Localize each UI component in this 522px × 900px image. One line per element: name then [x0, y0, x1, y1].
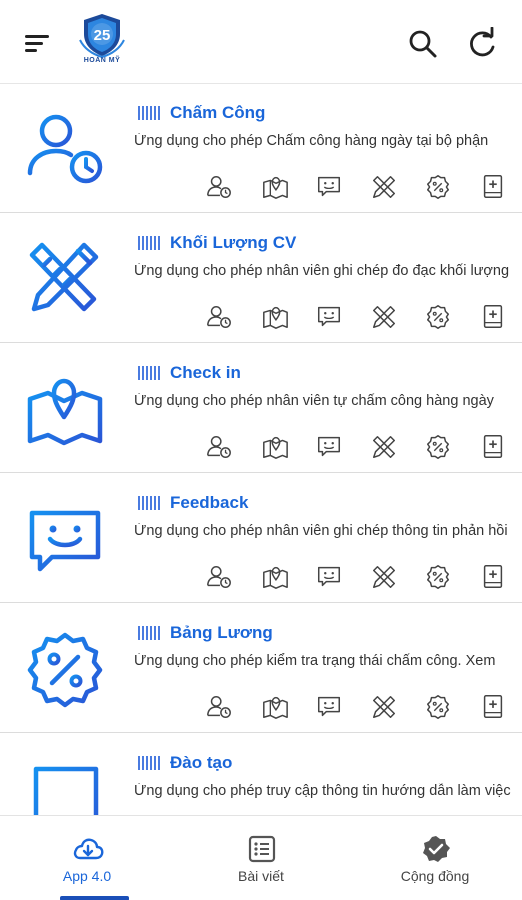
verified-badge-icon	[423, 836, 450, 862]
barcode-icon	[138, 756, 160, 770]
percent-badge-small-icon[interactable]	[423, 563, 453, 591]
tab-cong-dong[interactable]: Cộng đồng	[348, 816, 522, 900]
book-plus-small-icon[interactable]	[478, 693, 508, 721]
app-description: Ứng dụng cho phép nhân viên ghi chép đo …	[134, 263, 510, 279]
tab-label: Bài viết	[238, 868, 284, 884]
tab-app-4-0[interactable]: App 4.0	[0, 816, 174, 900]
app-description: Ứng dụng cho phép nhân viên ghi chép thô…	[134, 523, 508, 539]
refresh-icon[interactable]	[464, 27, 500, 61]
app-title: Check in	[170, 363, 241, 382]
barcode-icon	[138, 626, 160, 640]
hoan-my-logo: 25 HOÀN MỸ	[74, 12, 130, 72]
menu-icon[interactable]	[22, 28, 52, 58]
top-app-bar: 25 HOÀN MỸ	[0, 0, 522, 84]
book-plus-small-icon[interactable]	[478, 303, 508, 331]
app-actions	[204, 303, 504, 331]
book-plus-small-icon[interactable]	[478, 433, 508, 461]
app-title: Feedback	[170, 493, 249, 512]
user-clock-small-icon[interactable]	[204, 693, 234, 721]
ruler-pencil-small-icon[interactable]	[369, 563, 399, 591]
app-card[interactable]: Feedback Ứng dụng cho phép nhân viên ghi…	[0, 475, 522, 603]
ruler-pencil-small-icon[interactable]	[369, 693, 399, 721]
book-plus-small-icon[interactable]	[478, 563, 508, 591]
percent-badge-icon	[27, 632, 103, 708]
ruler-pencil-small-icon[interactable]	[369, 173, 399, 201]
app-title: Đào tạo	[170, 753, 233, 772]
app-actions	[204, 173, 504, 201]
percent-badge-small-icon[interactable]	[423, 433, 453, 461]
map-small-icon[interactable]	[260, 563, 290, 591]
app-card[interactable]: Check in Ứng dụng cho phép nhân viên tự …	[0, 345, 522, 473]
map-pin-icon	[27, 378, 103, 446]
chat-smile-small-icon[interactable]	[314, 433, 344, 461]
user-clock-small-icon[interactable]	[204, 433, 234, 461]
logo-text: HOÀN MỸ	[83, 57, 121, 64]
app-actions	[204, 693, 504, 721]
map-small-icon[interactable]	[260, 433, 290, 461]
book-plus-small-icon[interactable]	[478, 173, 508, 201]
app-card[interactable]: Đào tạo Ứng dụng cho phép truy cập thông…	[0, 735, 522, 815]
chat-smile-icon	[29, 510, 101, 572]
app-card[interactable]: Bảng Lương Ứng dụng cho phép kiểm tra tr…	[0, 605, 522, 733]
app-description: Ứng dụng cho phép nhân viên tự chấm công…	[134, 393, 494, 409]
chat-smile-small-icon[interactable]	[314, 173, 344, 201]
app-actions	[204, 563, 504, 591]
app-actions	[204, 433, 504, 461]
tab-bai-viet[interactable]: Bài viết	[174, 816, 348, 900]
bottom-navigation: App 4.0 Bài viết Cộng đồng	[0, 815, 522, 900]
app-title: Khối Lượng CV	[170, 233, 297, 252]
user-clock-small-icon[interactable]	[204, 173, 234, 201]
ruler-pencil-icon	[29, 242, 99, 312]
app-description: Ứng dụng cho phép Chấm công hàng ngày tạ…	[134, 133, 489, 149]
cloud-download-icon	[73, 838, 104, 860]
list-icon	[248, 835, 276, 863]
barcode-icon	[138, 496, 160, 510]
app-description: Ứng dụng cho phép truy cập thông tin hướ…	[134, 783, 511, 799]
ruler-pencil-small-icon[interactable]	[369, 303, 399, 331]
percent-badge-small-icon[interactable]	[423, 303, 453, 331]
map-small-icon[interactable]	[260, 693, 290, 721]
user-clock-small-icon[interactable]	[204, 303, 234, 331]
app-description: Ứng dụng cho phép kiểm tra trạng thái ch…	[134, 653, 496, 669]
app-card[interactable]: Khối Lượng CV Ứng dụng cho phép nhân viê…	[0, 215, 522, 343]
percent-badge-small-icon[interactable]	[423, 173, 453, 201]
chat-smile-small-icon[interactable]	[314, 303, 344, 331]
logo-number: 25	[94, 27, 111, 44]
chat-smile-small-icon[interactable]	[314, 693, 344, 721]
tab-label: Cộng đồng	[400, 868, 470, 884]
search-icon[interactable]	[406, 27, 440, 61]
map-small-icon[interactable]	[260, 303, 290, 331]
app-title: Chấm Công	[170, 103, 266, 122]
app-card[interactable]: Chấm Công Ứng dụng cho phép Chấm công hà…	[0, 85, 522, 213]
user-clock-small-icon[interactable]	[204, 563, 234, 591]
book-plus-icon	[33, 766, 99, 815]
active-tab-indicator	[60, 896, 129, 900]
tab-label: App 4.0	[62, 868, 112, 884]
app-list: Chấm Công Ứng dụng cho phép Chấm công hà…	[0, 85, 522, 815]
barcode-icon	[138, 236, 160, 250]
user-clock-icon	[27, 114, 103, 184]
app-title: Bảng Lương	[170, 623, 273, 642]
ruler-pencil-small-icon[interactable]	[369, 433, 399, 461]
chat-smile-small-icon[interactable]	[314, 563, 344, 591]
percent-badge-small-icon[interactable]	[423, 693, 453, 721]
barcode-icon	[138, 106, 160, 120]
barcode-icon	[138, 366, 160, 380]
map-small-icon[interactable]	[260, 173, 290, 201]
